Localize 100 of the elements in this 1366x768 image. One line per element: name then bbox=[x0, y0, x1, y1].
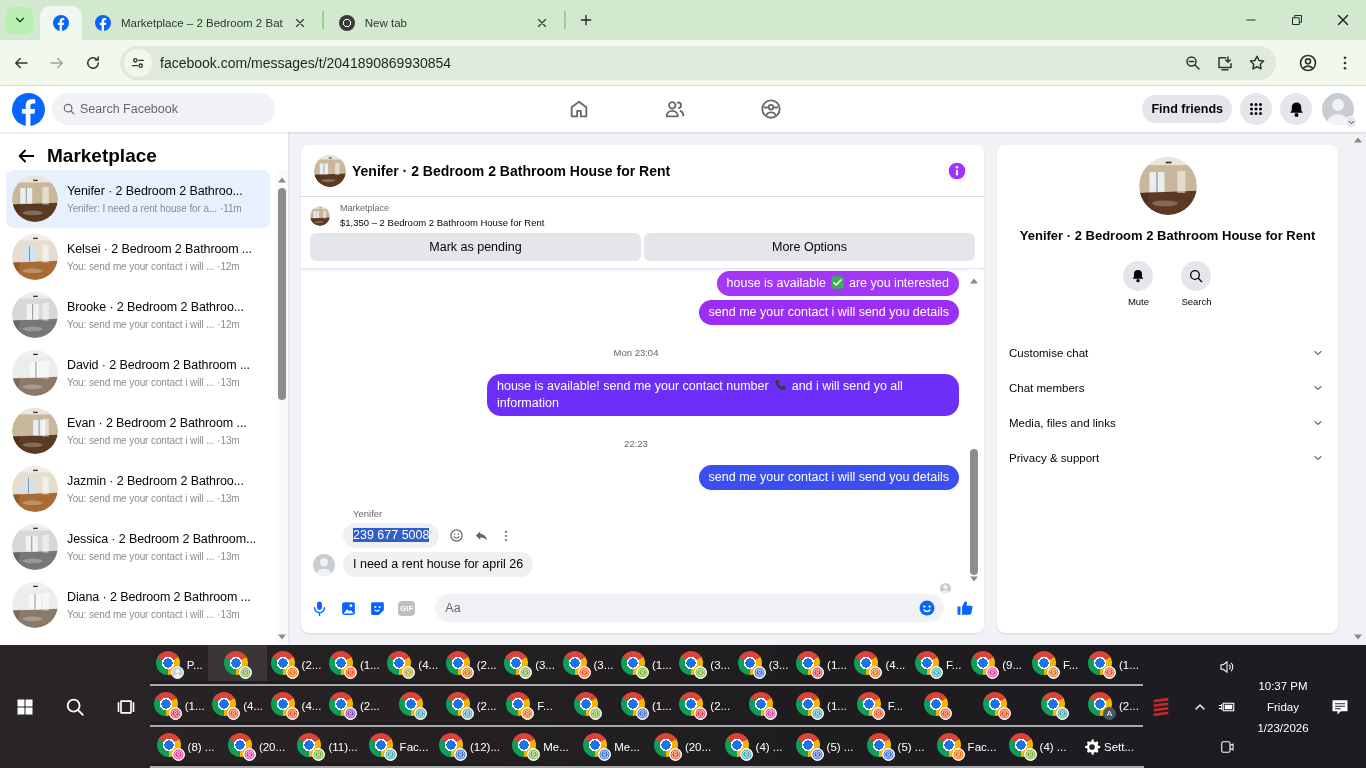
conversation-item[interactable]: Brooke · 2 Bedroom 2 Bathroo... You: send me your contact i will ... ·12m bbox=[6, 286, 270, 344]
profile-icon[interactable] bbox=[1298, 52, 1318, 73]
chrome-icon bbox=[562, 650, 587, 675]
conversation-item[interactable]: Diana · 2 Bedroom 2 Bathroom ... You: send me your contact i will ... ·13m bbox=[6, 576, 270, 634]
taskbar-button[interactable]: (4... bbox=[208, 686, 267, 727]
notifications-button[interactable] bbox=[1280, 93, 1312, 125]
home-icon[interactable] bbox=[568, 98, 590, 120]
scroll-up-icon[interactable] bbox=[969, 277, 979, 285]
reload-icon[interactable] bbox=[84, 53, 102, 72]
conversation-item[interactable]: Jessica · 2 Bedroom 2 Bathroom... You: send me your contact i will ... ·13m bbox=[6, 518, 270, 576]
chrome-icon bbox=[270, 650, 295, 675]
taskbar-button[interactable]: (2... bbox=[325, 686, 384, 727]
taskbar-button[interactable]: (9... bbox=[967, 645, 1026, 686]
taskbar-button[interactable]: (3... bbox=[733, 645, 793, 686]
taskbar-button[interactable]: P... bbox=[150, 645, 209, 686]
info-icon[interactable] bbox=[947, 160, 967, 181]
taskbar-button[interactable]: (1... bbox=[325, 645, 384, 686]
action-button[interactable]: More Options bbox=[644, 233, 975, 261]
taskbar-button[interactable]: (3... bbox=[500, 645, 559, 686]
taskbar-button[interactable]: (1... bbox=[617, 645, 676, 686]
mute-button[interactable] bbox=[1123, 261, 1154, 291]
taskbar-button[interactable]: (1... bbox=[617, 686, 676, 727]
browser-tab[interactable] bbox=[40, 6, 82, 40]
taskbar-button[interactable]: Fac... bbox=[931, 727, 1002, 768]
section-header[interactable]: Media, files and links bbox=[997, 405, 1338, 440]
sticker-icon[interactable] bbox=[369, 599, 386, 617]
taskbar-button[interactable]: Fac... bbox=[363, 727, 434, 768]
emoji-icon[interactable] bbox=[449, 528, 465, 543]
section-header[interactable]: Chat members bbox=[997, 370, 1338, 405]
taskbar-button[interactable]: Sett... bbox=[1073, 727, 1144, 768]
chrome-icon bbox=[724, 732, 749, 757]
message-field[interactable]: Aa bbox=[435, 594, 944, 622]
windows-start-icon[interactable] bbox=[16, 697, 34, 716]
like-icon[interactable] bbox=[956, 599, 974, 617]
conversation-item[interactable]: Evan · 2 Bedroom 2 Bathroom ... You: send me your contact i will ... ·13m bbox=[6, 402, 270, 460]
browser-tab[interactable]: New tab bbox=[325, 6, 562, 40]
taskbar-button[interactable]: Me... bbox=[576, 727, 647, 768]
caret-icon[interactable] bbox=[1345, 116, 1357, 128]
conversation-item[interactable]: Kelsei · 2 Bedroom 2 Bathroom ... You: send me your contact i will ... ·12m bbox=[6, 228, 270, 286]
chrome-icon bbox=[504, 650, 529, 675]
message-bubble: house is available! send me your contact number and i will send yo all information bbox=[487, 374, 959, 416]
taskbar-button[interactable]: (20... bbox=[221, 727, 292, 768]
taskbar-button[interactable] bbox=[208, 645, 267, 686]
address-bar[interactable]: facebook.com/messages/t/2041890869930854 bbox=[120, 45, 1276, 80]
taskbar-button[interactable]: A (2... bbox=[1084, 686, 1143, 727]
taskbar-button[interactable]: (4... bbox=[850, 645, 910, 686]
taskbar-button[interactable]: F... bbox=[909, 645, 968, 686]
install-icon[interactable] bbox=[1216, 53, 1234, 72]
taskbar-button[interactable]: (2... bbox=[441, 645, 501, 686]
action-button[interactable]: Mark as pending bbox=[310, 233, 641, 261]
section-header[interactable]: Privacy & support bbox=[997, 440, 1338, 475]
scroll-down-icon[interactable] bbox=[277, 633, 287, 641]
taskbar-button[interactable]: (3... bbox=[675, 645, 734, 686]
message-preview: You: send me your contact i will ... bbox=[67, 551, 215, 562]
taskbar-button[interactable]: Me... bbox=[505, 727, 576, 768]
taskbar-button[interactable]: (11)... bbox=[292, 727, 363, 768]
taskbar-button[interactable]: F... bbox=[1025, 645, 1085, 686]
taskbar-button[interactable]: (1... bbox=[792, 645, 851, 686]
taskbar-button[interactable]: (1... bbox=[792, 686, 851, 727]
taskbar-button[interactable]: (8) ... bbox=[150, 727, 221, 768]
microphone-icon[interactable] bbox=[311, 599, 328, 617]
taskbar-button[interactable]: F... bbox=[500, 686, 559, 727]
timestamp: Mon 23:04 bbox=[612, 347, 660, 358]
clock[interactable]: 10:37 PM Friday 1/23/2026 bbox=[1252, 679, 1314, 734]
scroll-up-icon[interactable] bbox=[1353, 136, 1363, 144]
taskbar-button[interactable]: (2... bbox=[266, 645, 326, 686]
scroll-down-icon[interactable] bbox=[1353, 633, 1363, 641]
taskbar-button[interactable]: (20... bbox=[647, 727, 718, 768]
star-icon[interactable] bbox=[1248, 53, 1266, 72]
taskbar-button[interactable]: (5) ... bbox=[789, 727, 860, 768]
scrollbar-thumb[interactable] bbox=[970, 449, 978, 575]
taskbar-button[interactable]: (4) ... bbox=[718, 727, 789, 768]
scrollbar-thumb[interactable] bbox=[278, 188, 286, 400]
taskbar-button[interactable]: (4... bbox=[266, 686, 326, 727]
groups-icon[interactable] bbox=[760, 98, 782, 120]
section-header[interactable]: Customise chat bbox=[997, 335, 1338, 370]
image-icon[interactable] bbox=[340, 599, 357, 617]
menu-button[interactable] bbox=[1240, 93, 1272, 125]
friends-icon[interactable] bbox=[664, 98, 686, 120]
search-button[interactable] bbox=[1181, 261, 1212, 291]
taskbar-button[interactable]: (5) ... bbox=[860, 727, 931, 768]
search-field[interactable]: Search Facebook bbox=[52, 93, 275, 125]
taskbar-button[interactable]: (1... bbox=[150, 686, 209, 727]
conversation-item[interactable]: Yenifer · 2 Bedroom 2 Bathroo... Yenifer: I need a rent house for a... ·11m bbox=[6, 170, 270, 228]
zoom-out-icon[interactable] bbox=[1184, 53, 1202, 72]
message-bubble: house is available are you interested bbox=[716, 271, 959, 296]
browser-tab[interactable]: Marketplace – 2 Bedroom 2 Bat bbox=[82, 6, 320, 40]
emoji-icon[interactable] bbox=[918, 599, 936, 617]
taskbar-button[interactable]: (2... bbox=[675, 686, 734, 727]
conversation-item[interactable]: Jazmin · 2 Bedroom 2 Bathroo... You: send me your contact i will ... ·13m bbox=[6, 460, 270, 518]
taskbar-button[interactable]: (4... bbox=[383, 645, 442, 686]
taskbar-button[interactable]: (4) ... bbox=[1002, 727, 1073, 768]
taskbar-button[interactable]: (2... bbox=[441, 686, 501, 727]
taskbar-button[interactable]: (1... bbox=[1084, 645, 1143, 686]
taskbar-button[interactable]: (12)... bbox=[434, 727, 505, 768]
taskbar-button[interactable]: (3... bbox=[558, 645, 618, 686]
taskbar-button[interactable]: F... bbox=[850, 686, 910, 727]
conversation-item[interactable]: David · 2 Bedroom 2 Bathroom ... You: send me your contact i will ... ·13m bbox=[6, 344, 270, 402]
scroll-up-icon[interactable] bbox=[277, 176, 287, 184]
find-friends-button[interactable]: Find friends bbox=[1142, 95, 1232, 123]
